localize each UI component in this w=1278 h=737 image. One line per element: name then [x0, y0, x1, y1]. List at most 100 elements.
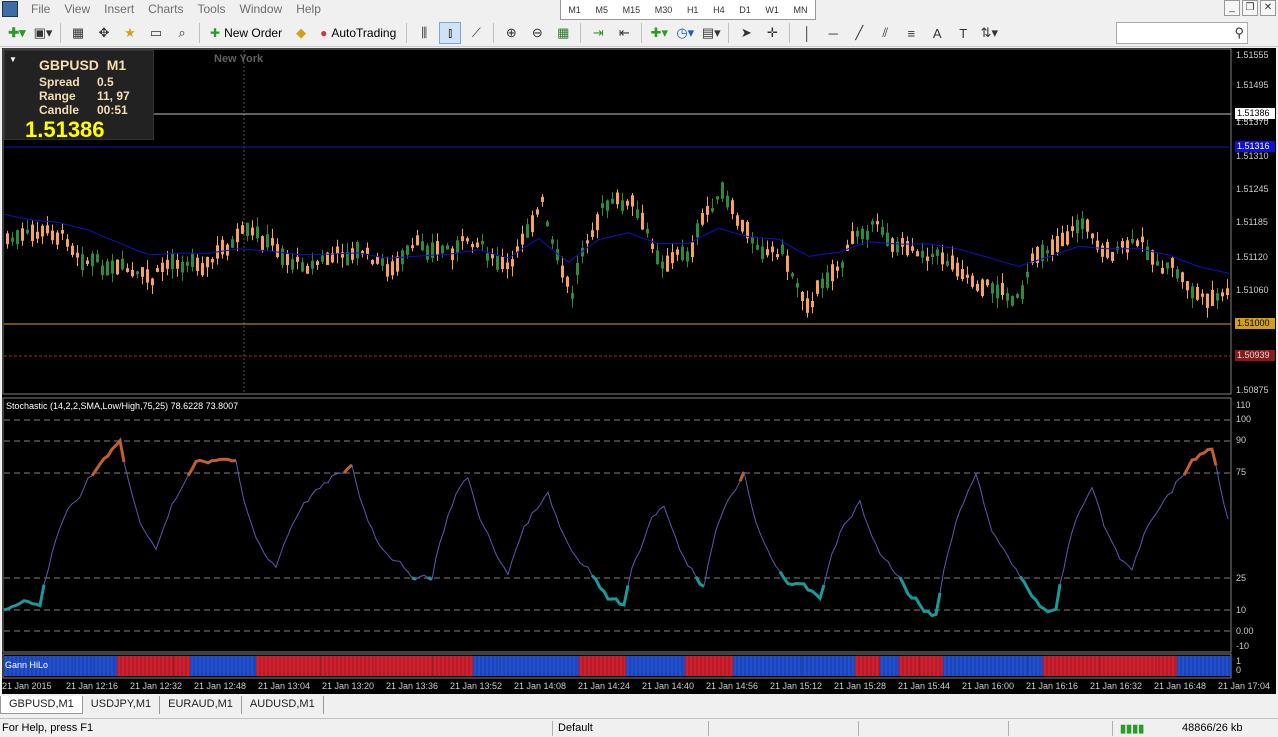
candle-body	[856, 230, 859, 237]
candle-body	[416, 235, 419, 246]
candle-body	[71, 245, 74, 256]
autotrading-button[interactable]: ● AutoTrading	[316, 22, 400, 44]
cursor-icon[interactable]: ➤	[735, 22, 757, 44]
candle-body	[836, 266, 839, 271]
navigator-icon[interactable]: ★	[119, 22, 141, 44]
stoch-line	[431, 477, 593, 580]
spread-label: Spread	[39, 75, 80, 89]
candle-body	[456, 240, 459, 254]
window-controls: _ ❐ ✕	[1224, 0, 1276, 16]
menu-charts[interactable]: Charts	[141, 0, 190, 18]
stoch-tick: 10	[1236, 605, 1247, 615]
fibonacci-icon[interactable]: ≡	[900, 22, 922, 44]
indicators-icon[interactable]: ✚▾	[648, 22, 670, 44]
price-tick: 1.50875	[1236, 385, 1269, 395]
time-tick: 21 Jan 13:36	[386, 681, 439, 691]
candle-body	[406, 245, 409, 255]
time-tick: 21 Jan 15:44	[898, 681, 951, 691]
tf-h1[interactable]: H1	[687, 5, 699, 15]
candle-body	[36, 231, 39, 239]
tf-m1[interactable]: M1	[568, 5, 581, 15]
tf-m30[interactable]: M30	[655, 5, 673, 15]
menu-view[interactable]: View	[57, 0, 97, 18]
templates-icon[interactable]: ▤▾	[700, 22, 722, 44]
collapse-triangle-icon[interactable]: ▼	[9, 55, 17, 64]
terminal-icon[interactable]: ▭	[145, 22, 167, 44]
candle-body	[776, 254, 779, 258]
text-label-icon[interactable]: T	[952, 22, 974, 44]
new-order-button[interactable]: ✚ New Order	[206, 22, 286, 44]
search-input[interactable]	[1116, 22, 1248, 44]
tile-windows-icon[interactable]: ▦	[552, 22, 574, 44]
candle-body	[81, 254, 84, 271]
text-icon[interactable]: A	[926, 22, 948, 44]
gann-hilo-label: Gann HiLo	[5, 660, 49, 670]
candle-body	[716, 196, 719, 200]
restore-icon[interactable]: ❐	[1242, 0, 1258, 16]
tf-m15[interactable]: M15	[623, 5, 641, 15]
candle-body	[191, 253, 194, 268]
tab-usdjpy[interactable]: USDJPY,M1	[83, 696, 161, 714]
candle-body	[171, 253, 174, 270]
chart-shift-icon[interactable]: ⇤	[613, 22, 635, 44]
candle-body	[266, 234, 269, 248]
candle-body	[11, 237, 14, 242]
tf-h4[interactable]: H4	[713, 5, 725, 15]
candle-body	[1071, 226, 1074, 231]
tf-w1[interactable]: W1	[765, 5, 779, 15]
tab-gbpusd[interactable]: GBPUSD,M1	[0, 696, 83, 714]
range-label: Range	[39, 89, 76, 103]
market-watch-icon[interactable]: ▦	[67, 22, 89, 44]
candle-body	[486, 253, 489, 261]
candlestick-icon[interactable]: ⫾	[439, 22, 462, 44]
minimize-icon[interactable]: _	[1224, 0, 1240, 16]
profiles-icon[interactable]: ▣▾	[32, 22, 54, 44]
price-tick: 1.51495	[1236, 80, 1269, 90]
zoom-out-icon[interactable]: ⊖	[526, 22, 548, 44]
equidistant-channel-icon[interactable]: ⫽	[874, 22, 896, 44]
line-chart-icon[interactable]: ⟋	[465, 22, 487, 44]
candle-label: Candle	[39, 103, 80, 117]
auto-scroll-icon[interactable]: ⇥	[587, 22, 609, 44]
strategy-tester-icon[interactable]: ⌕	[171, 22, 193, 44]
tab-audusd[interactable]: AUDUSD,M1	[242, 696, 324, 714]
candle-body	[981, 279, 984, 297]
menu-window[interactable]: Window	[233, 0, 290, 18]
chart-canvas[interactable]	[2, 48, 1276, 694]
vertical-line-icon[interactable]: │	[796, 22, 818, 44]
candle-body	[991, 283, 994, 294]
menu-file[interactable]: File	[24, 0, 57, 18]
candle-body	[411, 245, 414, 249]
candle-body	[611, 198, 614, 204]
trendline-icon[interactable]: ╱	[848, 22, 870, 44]
menu-tools[interactable]: Tools	[191, 0, 233, 18]
candle-body	[221, 239, 224, 255]
crosshair-icon[interactable]: ✛	[761, 22, 783, 44]
arrows-icon[interactable]: ⇅▾	[978, 22, 1000, 44]
menu-insert[interactable]: Insert	[97, 0, 141, 18]
new-chart-icon[interactable]: ✚▾	[6, 22, 28, 44]
candle-body	[1206, 293, 1209, 308]
tf-m5[interactable]: M5	[595, 5, 608, 15]
candle-body	[196, 257, 199, 271]
candle-body	[736, 215, 739, 226]
tab-euraud[interactable]: EURAUD,M1	[160, 696, 242, 714]
tf-mn[interactable]: MN	[794, 5, 808, 15]
traffic-value: 48866/26 kb	[1182, 722, 1243, 734]
candle-body	[636, 209, 639, 218]
close-icon[interactable]: ✕	[1260, 0, 1276, 16]
candle-body	[921, 250, 924, 258]
periods-icon[interactable]: ◷▾	[674, 22, 696, 44]
app-icon[interactable]	[2, 1, 18, 17]
chart-window[interactable]: ▼ GBPUSD M1 Spread 0.5 Range 11, 97 Cand…	[2, 48, 1276, 694]
bar-chart-icon[interactable]: ⫼	[413, 22, 435, 44]
search-icon[interactable]: ⚲	[1234, 25, 1244, 41]
menu-help[interactable]: Help	[289, 0, 328, 18]
stoch-tick: -10	[1236, 641, 1250, 651]
horizontal-line-icon[interactable]: ─	[822, 22, 844, 44]
metaeditor-icon[interactable]: ◆	[290, 22, 312, 44]
tf-d1[interactable]: D1	[739, 5, 751, 15]
candle-body	[1221, 292, 1224, 297]
zoom-in-icon[interactable]: ⊕	[500, 22, 522, 44]
crosshair-navigator-icon[interactable]: ✥	[93, 22, 115, 44]
